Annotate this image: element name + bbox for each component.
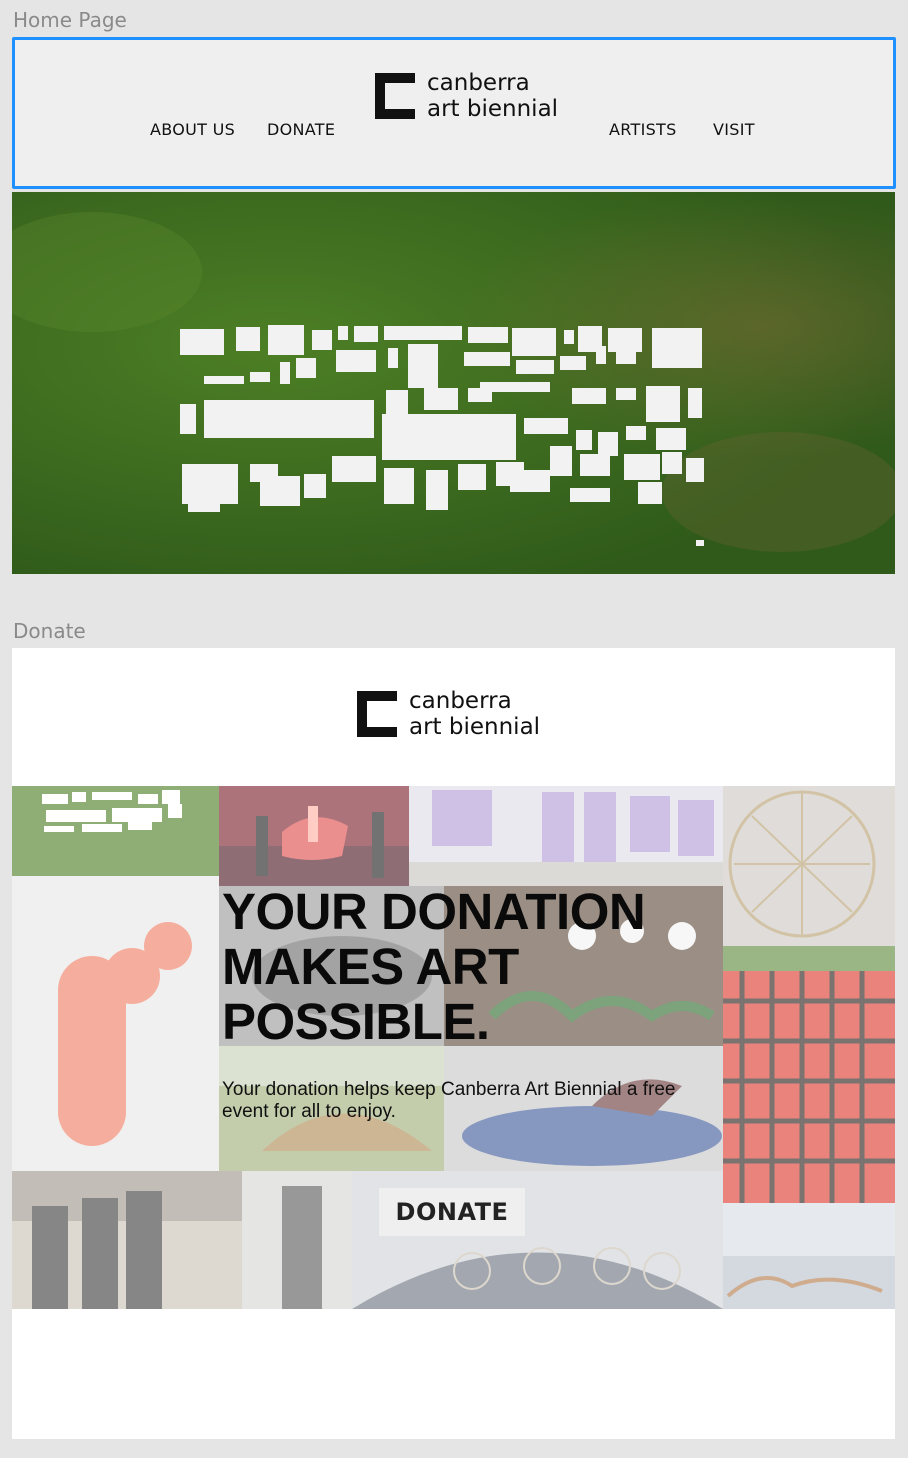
headline-line-3: POSSIBLE. <box>222 993 490 1050</box>
logo-mark-icon <box>375 73 415 119</box>
donate-subtext: Your donation helps keep Canberra Art Bi… <box>222 1079 676 1122</box>
nav-about-us[interactable]: ABOUT US <box>150 120 235 139</box>
donate-logo-mark-icon <box>357 691 397 737</box>
logo-line-1: canberra <box>427 70 530 96</box>
home-frame-label: Home Page <box>13 8 127 32</box>
donate-headline: YOUR DONATION MAKES ART POSSIBLE. <box>222 884 702 1049</box>
nav-visit[interactable]: VISIT <box>713 120 755 139</box>
headline-line-1: YOUR DONATION <box>222 883 646 940</box>
site-header[interactable]: ABOUT US DONATE canberra art biennial AR… <box>12 37 896 189</box>
donate-site-logo[interactable]: canberra art biennial <box>357 688 540 740</box>
headline-line-2: MAKES ART <box>222 938 519 995</box>
logo-line-2: art biennial <box>427 96 559 122</box>
donate-button[interactable]: DONATE <box>379 1188 525 1236</box>
site-logo[interactable]: canberra art biennial <box>375 70 558 122</box>
nav-artists[interactable]: ARTISTS <box>609 120 677 139</box>
donate-logo-line-1: canberra <box>409 688 512 714</box>
hero-image <box>12 192 895 574</box>
donate-logo-line-2: art biennial <box>409 714 541 740</box>
nav-donate[interactable]: DONATE <box>267 120 335 139</box>
donate-frame-label: Donate <box>13 619 86 643</box>
